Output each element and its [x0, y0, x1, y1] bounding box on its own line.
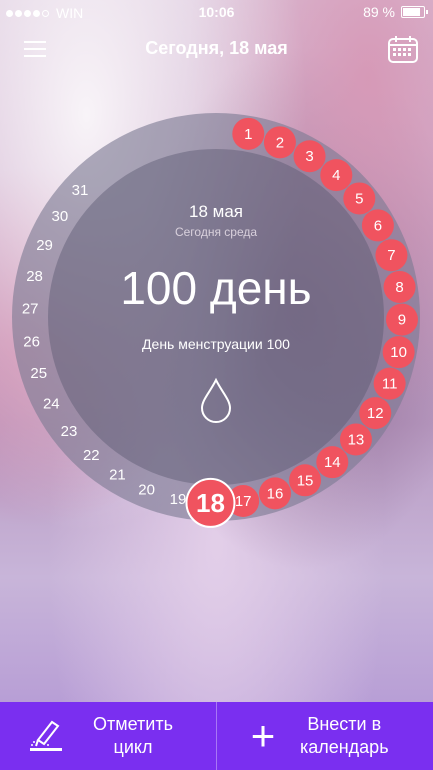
bottom-toolbar: Отметить цикл + Внести в календарь	[0, 702, 433, 770]
period-day-marker[interactable]: 6	[361, 209, 394, 242]
day-number: 29	[36, 237, 53, 254]
period-day-marker[interactable]: 10	[382, 336, 415, 369]
period-day-marker[interactable]: 15	[289, 464, 322, 497]
day-number: 31	[72, 182, 89, 199]
day-number: 4	[332, 167, 340, 184]
day-number: 21	[109, 467, 126, 484]
day-number: 11	[382, 376, 398, 393]
day-number: 10	[390, 344, 407, 361]
day-marker[interactable]: 28	[26, 268, 43, 285]
period-day-marker[interactable]: 13	[339, 423, 372, 456]
day-number: 17	[235, 493, 252, 510]
day-number: 9	[398, 312, 406, 329]
day-number: 6	[374, 217, 382, 234]
mark-cycle-button[interactable]: Отметить цикл	[0, 702, 216, 770]
day-marker[interactable]: 21	[109, 467, 126, 484]
day-marker[interactable]: 30	[51, 208, 68, 225]
cycle-day-count: 100 день	[120, 262, 311, 314]
period-day-marker[interactable]: 1	[232, 117, 265, 150]
cycle-subtitle: День менструации 100	[142, 336, 290, 352]
day-number: 3	[305, 148, 313, 165]
day-number: 14	[324, 454, 341, 471]
day-marker[interactable]: 24	[43, 395, 60, 412]
period-day-marker[interactable]: 12	[359, 397, 392, 430]
cycle-ring: 1234567891011121314151617181920212223242…	[12, 113, 420, 528]
day-marker[interactable]: 31	[72, 182, 89, 199]
cycle-date: 18 мая	[189, 202, 243, 221]
period-day-marker[interactable]: 7	[375, 239, 408, 272]
period-day-marker[interactable]: 5	[343, 182, 376, 215]
day-number: 7	[387, 247, 395, 264]
cycle-weekday: Сегодня среда	[175, 225, 257, 239]
period-day-marker[interactable]: 8	[383, 270, 416, 303]
period-day-marker[interactable]: 4	[320, 159, 353, 192]
day-number: 26	[23, 333, 40, 350]
plus-icon: +	[250, 712, 276, 759]
day-number: 18	[196, 488, 225, 518]
day-number: 27	[22, 301, 39, 318]
period-day-marker[interactable]: 16	[259, 477, 292, 510]
day-number: 19	[170, 491, 187, 508]
day-number: 5	[355, 190, 363, 207]
day-number: 1	[244, 126, 252, 143]
day-marker[interactable]: 29	[36, 237, 53, 254]
period-day-marker[interactable]: 2	[263, 126, 296, 159]
day-number: 2	[276, 134, 284, 151]
period-day-marker[interactable]: 9	[385, 303, 418, 336]
day-number: 24	[43, 395, 60, 412]
mark-pen-icon	[30, 720, 62, 751]
period-day-marker[interactable]: 11	[373, 367, 406, 400]
day-number: 13	[348, 432, 365, 449]
day-marker[interactable]: 27	[22, 301, 39, 318]
day-number: 25	[30, 365, 47, 382]
day-number: 22	[83, 447, 100, 464]
ring-inner	[48, 149, 384, 485]
day-number: 15	[297, 472, 314, 489]
day-marker[interactable]: 20	[138, 482, 155, 499]
period-day-marker[interactable]: 3	[293, 140, 326, 173]
day-marker[interactable]: 22	[83, 447, 100, 464]
day-number: 8	[395, 279, 403, 296]
day-marker[interactable]: 26	[23, 333, 40, 350]
day-marker[interactable]: 25	[30, 365, 47, 382]
day-marker[interactable]: 23	[61, 423, 78, 440]
day-number: 23	[61, 423, 78, 440]
day-number: 16	[267, 485, 284, 502]
current-day-marker[interactable]: 18	[185, 477, 236, 528]
add-to-calendar-label: Внести в календарь	[299, 714, 389, 757]
add-to-calendar-button[interactable]: + Внести в календарь	[216, 702, 433, 770]
mark-cycle-label: Отметить цикл	[93, 714, 173, 757]
day-number: 12	[367, 405, 384, 422]
day-number: 30	[51, 208, 68, 225]
day-marker[interactable]: 19	[170, 491, 187, 508]
period-day-marker[interactable]: 14	[316, 446, 349, 479]
day-number: 28	[26, 268, 43, 285]
day-number: 20	[138, 482, 155, 499]
